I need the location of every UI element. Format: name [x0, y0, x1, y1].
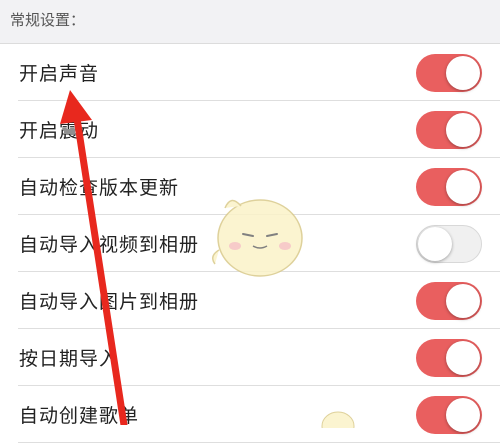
setting-label-vibration: 开启震动: [19, 120, 100, 142]
section-title: 常规设置：: [10, 11, 86, 29]
import-image-toggle[interactable]: [416, 282, 482, 320]
section-header: 常规设置：: [0, 0, 500, 44]
mascot-small-icon: [321, 411, 355, 428]
toggle-knob: [446, 284, 480, 318]
setting-label-import-video: 自动导入视频到相册: [19, 234, 200, 256]
setting-row-import-image: 自动导入图片到相册: [0, 272, 500, 329]
setting-row-vibration: 开启震动: [0, 101, 500, 158]
sound-toggle[interactable]: [416, 54, 482, 92]
setting-label-auto-update-check: 自动检查版本更新: [19, 177, 180, 199]
setting-label-auto-playlist: 自动创建歌单: [19, 405, 140, 427]
auto-playlist-toggle[interactable]: [416, 396, 482, 434]
setting-row-auto-playlist: 自动创建歌单: [0, 386, 500, 443]
auto-update-check-toggle[interactable]: [416, 168, 482, 206]
toggle-knob: [446, 113, 480, 147]
setting-label-import-image: 自动导入图片到相册: [19, 291, 200, 313]
import-by-date-toggle[interactable]: [416, 339, 482, 377]
setting-label-import-by-date: 按日期导入: [19, 348, 120, 370]
vibration-toggle[interactable]: [416, 111, 482, 149]
mascot-watermark-icon: [212, 199, 303, 277]
toggle-knob: [418, 227, 452, 261]
setting-row-sound: 开启声音: [0, 44, 500, 101]
toggle-knob: [446, 56, 480, 90]
setting-label-sound: 开启声音: [19, 63, 100, 85]
toggle-knob: [446, 398, 480, 432]
setting-row-import-by-date: 按日期导入: [0, 329, 500, 386]
import-video-toggle[interactable]: [416, 225, 482, 263]
toggle-knob: [446, 170, 480, 204]
toggle-knob: [446, 341, 480, 375]
